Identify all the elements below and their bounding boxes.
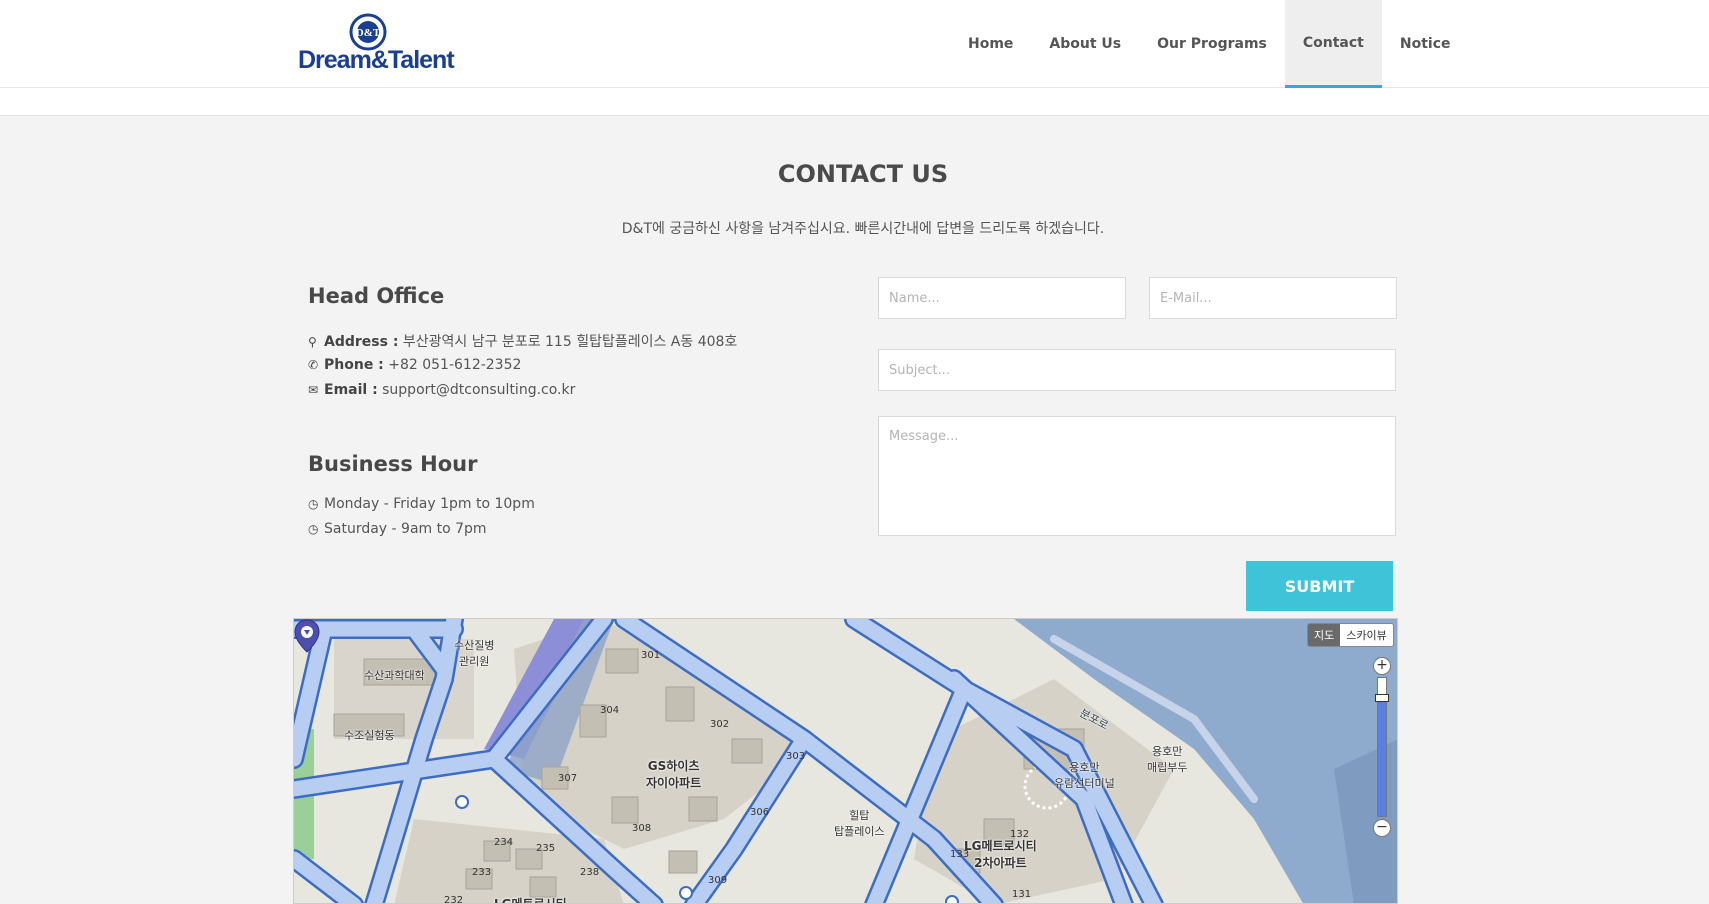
head-office-heading: Head Office [308,284,445,308]
map-number: 301 [641,650,661,661]
logo-emblem-text: D&T [356,27,381,39]
map-number: 303 [786,751,806,762]
nav-home[interactable]: Home [950,0,1031,88]
map-type-map-button[interactable]: 지도 [1308,624,1341,646]
map-label-lg-metro: LG메트로시티 [494,897,567,904]
map-type-toggle: 지도 스카이뷰 [1307,623,1394,647]
map-number: 308 [632,823,652,834]
map-number: 131 [1012,889,1032,900]
phone-line: ✆ Phone : +82 051-612-2352 [308,357,521,373]
address-value: 부산광역시 남구 분포로 115 힐탑탑플레이스 A동 408호 [402,334,738,350]
location-pin-icon[interactable] [294,619,320,653]
zoom-out-button[interactable]: − [1373,819,1391,837]
address-line: ⚲ Address : 부산광역시 남구 분포로 115 힐탑탑플레이스 A동 4… [308,331,737,351]
logo[interactable]: D&T Dream&Talent [296,12,456,74]
logo-text: Dream&Talent [298,46,455,74]
map-label-hilltop: 힐탑 탑플레이스 [834,809,885,838]
nav-contact[interactable]: Contact [1284,0,1382,88]
address-label: Address : [324,334,399,350]
saturday-hours-text: Saturday - 9am to 7pm [324,521,487,537]
map-number: 132 [1010,829,1030,840]
map-number: 233 [472,867,492,878]
map-label-hospital: 수산질병 관리원 [454,639,495,668]
nav-our-programs[interactable]: Our Programs [1139,0,1285,88]
weekday-hours-text: Monday - Friday 1pm to 10pm [324,496,535,512]
phone-value: +82 051-612-2352 [388,357,522,373]
map-label-univ: 수산과학대학 [364,669,425,682]
business-hour-heading: Business Hour [308,452,478,476]
page-title: CONTACT US [777,160,949,188]
subject-input[interactable] [878,349,1396,391]
weekday-hours: ◷ Monday - Friday 1pm to 10pm [308,496,535,512]
email-input[interactable] [1149,277,1397,319]
page-subtitle: D&T에 궁금하신 사항을 남겨주십시요. 빠른시간내에 답변을 드리도록 하겠… [621,221,1105,237]
email-label: Email : [324,382,378,398]
site-header: D&T Dream&Talent Home About Us Our Progr… [0,0,1709,88]
email-line: ✉ Email : support@dtconsulting.co.kr [308,382,575,398]
submit-button[interactable]: SUBMIT [1246,561,1393,611]
zoom-slider-thumb[interactable] [1375,694,1389,702]
phone-icon: ✆ [308,358,319,372]
map-marker-icon: ⚲ [308,335,317,349]
map-number: 238 [580,867,600,878]
message-textarea[interactable] [878,416,1396,536]
header-subbar [0,88,1709,116]
map-number: 133 [950,849,970,860]
nav-notice[interactable]: Notice [1382,0,1469,88]
map-number: 309 [708,875,728,886]
phone-label: Phone : [324,357,384,373]
zoom-control: + − [1373,657,1391,837]
clock-icon: ◷ [308,497,319,511]
map-label-terminal: 용호만 유람선터미널 [1054,761,1115,790]
name-input[interactable] [878,277,1126,319]
map-number: 232 [444,895,464,904]
nav-about-us[interactable]: About Us [1031,0,1139,88]
map-label-gs-apt: GS하이츠 자이아파트 [646,759,702,790]
map-number: 306 [750,807,770,818]
map-label-lab: 수조실험동 [344,729,395,742]
envelope-icon: ✉ [308,383,319,397]
map-number: 234 [494,837,514,848]
map-label-pier: 용호만 매립부두 [1147,745,1188,774]
main-nav: Home About Us Our Programs Contact Notic… [950,0,1469,88]
map-number: 307 [558,773,578,784]
clock-icon: ◷ [308,522,319,536]
map-label-lg-metro2: LG메트로시티 2차아파트 [964,839,1037,870]
location-map[interactable]: 수산질병 관리원 수산과학대학 수조실험동 GS하이츠 자이아파트 힐탑 탑플레… [293,618,1398,904]
map-number: 302 [710,719,730,730]
map-number: 304 [600,705,620,716]
map-type-skyview-button[interactable]: 스카이뷰 [1340,624,1393,646]
zoom-in-button[interactable]: + [1373,657,1391,675]
map-number: 235 [536,843,556,854]
saturday-hours: ◷ Saturday - 9am to 7pm [308,521,487,537]
zoom-level-fill [1378,698,1386,816]
email-value[interactable]: support@dtconsulting.co.kr [382,382,575,398]
